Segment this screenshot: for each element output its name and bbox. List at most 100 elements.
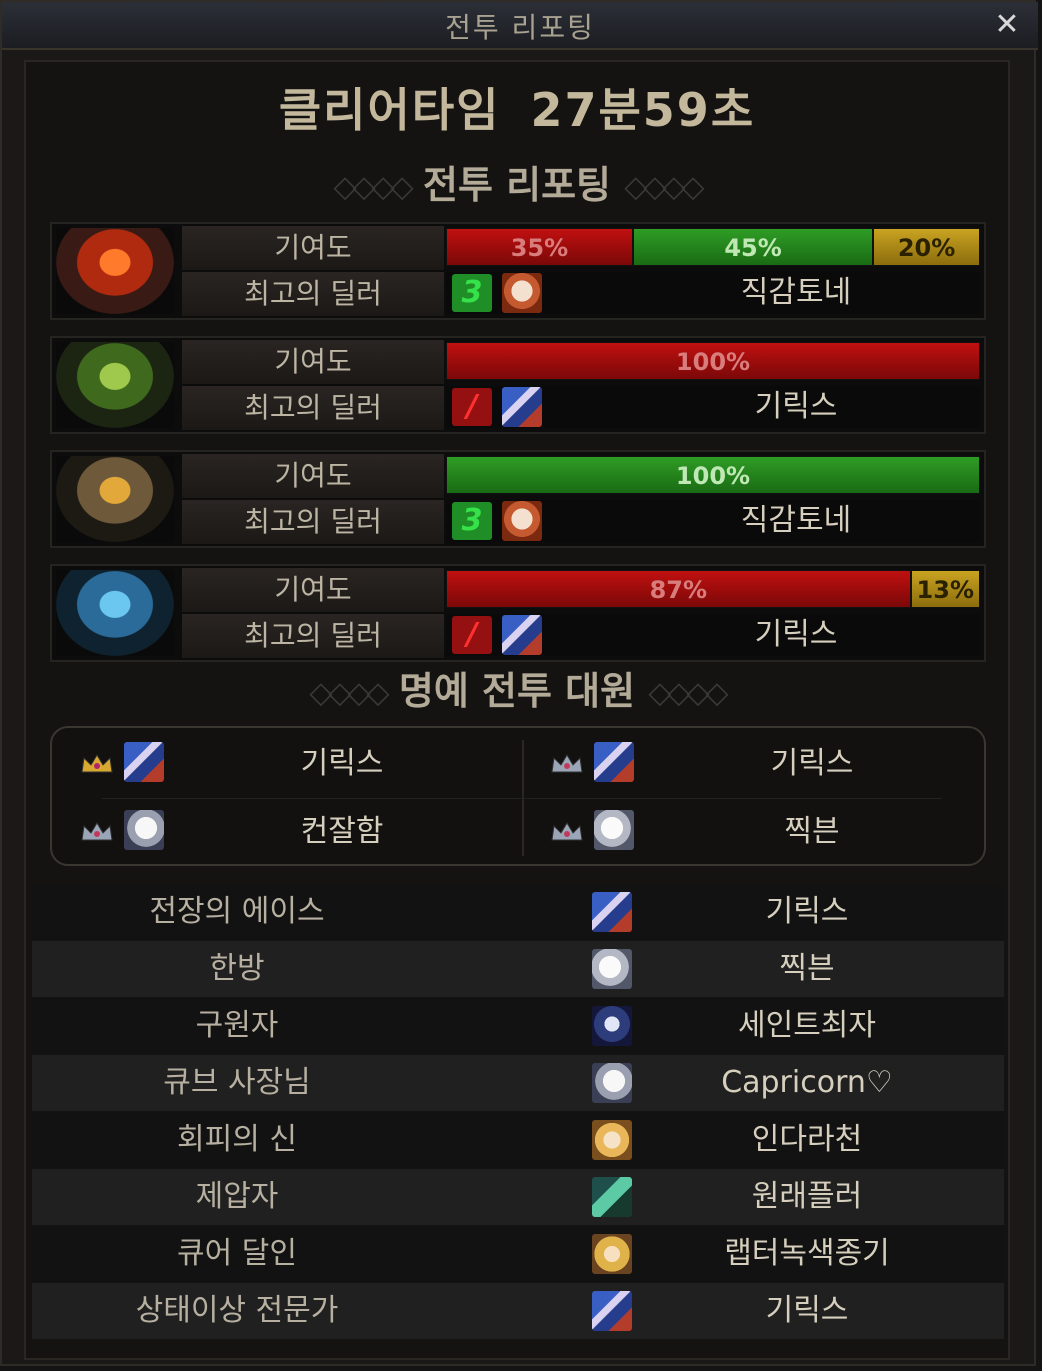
- close-icon[interactable]: ✕: [990, 8, 1024, 42]
- award-recipient: 세인트최자: [738, 1008, 876, 1043]
- award-row: 큐어 달인 랩터녹색종기: [32, 1226, 1004, 1282]
- contribution-label: 기여도: [182, 340, 444, 384]
- dealer-name: 기릭스: [754, 389, 838, 424]
- award-row: 구원자 세인트최자: [32, 998, 1004, 1054]
- award-row: 회피의 신 인다라천: [32, 1112, 1004, 1168]
- ornament-right-icon: ◇◇◇◇: [648, 675, 728, 711]
- top-dealer-row: 3 직감토네: [446, 272, 980, 314]
- window-title: 전투 리포팅: [445, 11, 595, 44]
- contribution-segment: 45%: [632, 228, 874, 266]
- battle-report-window: 전투 리포팅 ✕ 클리어타임 27분59초 ◇◇◇◇ 전투 리포팅 ◇◇◇◇ 기여…: [0, 0, 1038, 1366]
- dealer-avatar: [502, 273, 542, 313]
- class-badge-icon: 3: [452, 502, 492, 540]
- silver-crown-icon: [81, 822, 113, 841]
- award-recipient: 인다라천: [751, 1122, 863, 1157]
- fire-boss-icon: [56, 228, 174, 314]
- nature-boss-icon: [56, 342, 174, 428]
- report-section-label: 전투 리포팅: [422, 163, 612, 207]
- dealer-avatar: [502, 615, 542, 655]
- award-avatar: [592, 1177, 632, 1217]
- contribution-segment: 87%: [446, 570, 911, 608]
- member-name: 컨잘함: [300, 814, 384, 849]
- class-badge-icon: 3: [452, 274, 492, 312]
- silver-crown-icon: [551, 822, 583, 841]
- contribution-label: 기여도: [182, 568, 444, 612]
- award-row: 한방 찍븐: [32, 941, 1004, 997]
- honor-member: 찍븐: [522, 800, 982, 864]
- member-avatar: [124, 742, 164, 782]
- boss-report-row: 기여도 최고의 딜러 35% 45% 20% 3 직감토네: [50, 222, 986, 320]
- award-row: 큐브 사장님 Capricorn♡: [32, 1055, 1004, 1111]
- silver-crown-icon: [551, 754, 583, 773]
- ornament-left-icon: ◇◇◇◇: [333, 169, 413, 205]
- clear-time: 클리어타임 27분59초: [24, 62, 1010, 158]
- dealer-avatar: [502, 501, 542, 541]
- contribution-bar: 35% 45% 20%: [446, 228, 980, 266]
- award-title: 전장의 에이스: [149, 894, 325, 929]
- earth-boss-icon: [56, 456, 174, 542]
- award-avatar: [592, 1063, 632, 1103]
- award-title: 제압자: [195, 1179, 279, 1214]
- dealer-label: 최고의 딜러: [182, 386, 444, 430]
- dealer-name: 직감토네: [740, 503, 852, 538]
- honor-member: 기릭스: [52, 732, 512, 796]
- boss-report-row: 기여도 최고의 딜러 87% 13% / 기릭스: [50, 564, 986, 662]
- contribution-segment: 100%: [446, 342, 980, 380]
- honor-section-title: ◇◇◇◇ 명예 전투 대원 ◇◇◇◇: [24, 666, 1010, 719]
- member-name: 기릭스: [300, 746, 384, 781]
- award-avatar: [592, 892, 632, 932]
- award-avatar: [592, 1006, 632, 1046]
- award-recipient: 원래플러: [751, 1179, 863, 1214]
- award-avatar: [592, 1120, 632, 1160]
- honor-row-divider: [102, 798, 942, 799]
- title-bar: 전투 리포팅 ✕: [2, 2, 1038, 50]
- contribution-segment: 100%: [446, 456, 980, 494]
- contribution-label: 기여도: [182, 454, 444, 498]
- member-avatar: [594, 742, 634, 782]
- ornament-right-icon: ◇◇◇◇: [624, 169, 704, 205]
- dealer-avatar: [502, 387, 542, 427]
- honor-member: 컨잘함: [52, 800, 512, 864]
- award-row: 상태이상 전문가 기릭스: [32, 1283, 1004, 1339]
- honor-member: 기릭스: [522, 732, 982, 796]
- award-avatar: [592, 1234, 632, 1274]
- boss-report-row: 기여도 최고의 딜러 100% 3 직감토네: [50, 450, 986, 548]
- ornament-left-icon: ◇◇◇◇: [309, 675, 389, 711]
- award-recipient: 기릭스: [765, 894, 849, 929]
- top-dealer-row: 3 직감토네: [446, 500, 980, 542]
- award-avatar: [592, 949, 632, 989]
- award-recipient: Capricorn♡: [721, 1065, 893, 1100]
- dealer-name: 직감토네: [740, 275, 852, 310]
- dealer-label: 최고의 딜러: [182, 500, 444, 544]
- dealer-label: 최고의 딜러: [182, 614, 444, 658]
- contribution-segment: 20%: [873, 228, 980, 266]
- contribution-bar: 87% 13%: [446, 570, 980, 608]
- dealer-name: 기릭스: [754, 617, 838, 652]
- honor-section-label: 명예 전투 대원: [398, 669, 636, 713]
- award-title: 큐브 사장님: [163, 1065, 311, 1100]
- ice-boss-icon: [56, 570, 174, 656]
- clear-time-label: 클리어타임: [278, 83, 501, 137]
- honor-members-panel: 기릭스 기릭스 컨잘함 찍븐: [50, 726, 986, 866]
- class-badge-icon: /: [452, 616, 492, 654]
- contribution-bar: 100%: [446, 342, 980, 380]
- member-avatar: [594, 810, 634, 850]
- member-avatar: [124, 810, 164, 850]
- award-recipient: 랩터녹색종기: [724, 1236, 890, 1271]
- dealer-label: 최고의 딜러: [182, 272, 444, 316]
- top-dealer-row: / 기릭스: [446, 386, 980, 428]
- award-title: 상태이상 전문가: [135, 1293, 339, 1328]
- award-title: 구원자: [195, 1008, 279, 1043]
- class-badge-icon: /: [452, 388, 492, 426]
- contribution-segment: 35%: [446, 228, 633, 266]
- award-recipient: 기릭스: [765, 1293, 849, 1328]
- award-row: 전장의 에이스 기릭스: [32, 884, 1004, 940]
- member-name: 찍븐: [784, 814, 840, 849]
- contribution-bar: 100%: [446, 456, 980, 494]
- report-section-title: ◇◇◇◇ 전투 리포팅 ◇◇◇◇: [24, 160, 1010, 213]
- award-row: 제압자 원래플러: [32, 1169, 1004, 1225]
- member-name: 기릭스: [770, 746, 854, 781]
- clear-time-value: 27분59초: [530, 83, 756, 137]
- boss-report-row: 기여도 최고의 딜러 100% / 기릭스: [50, 336, 986, 434]
- contribution-segment: 13%: [910, 570, 980, 608]
